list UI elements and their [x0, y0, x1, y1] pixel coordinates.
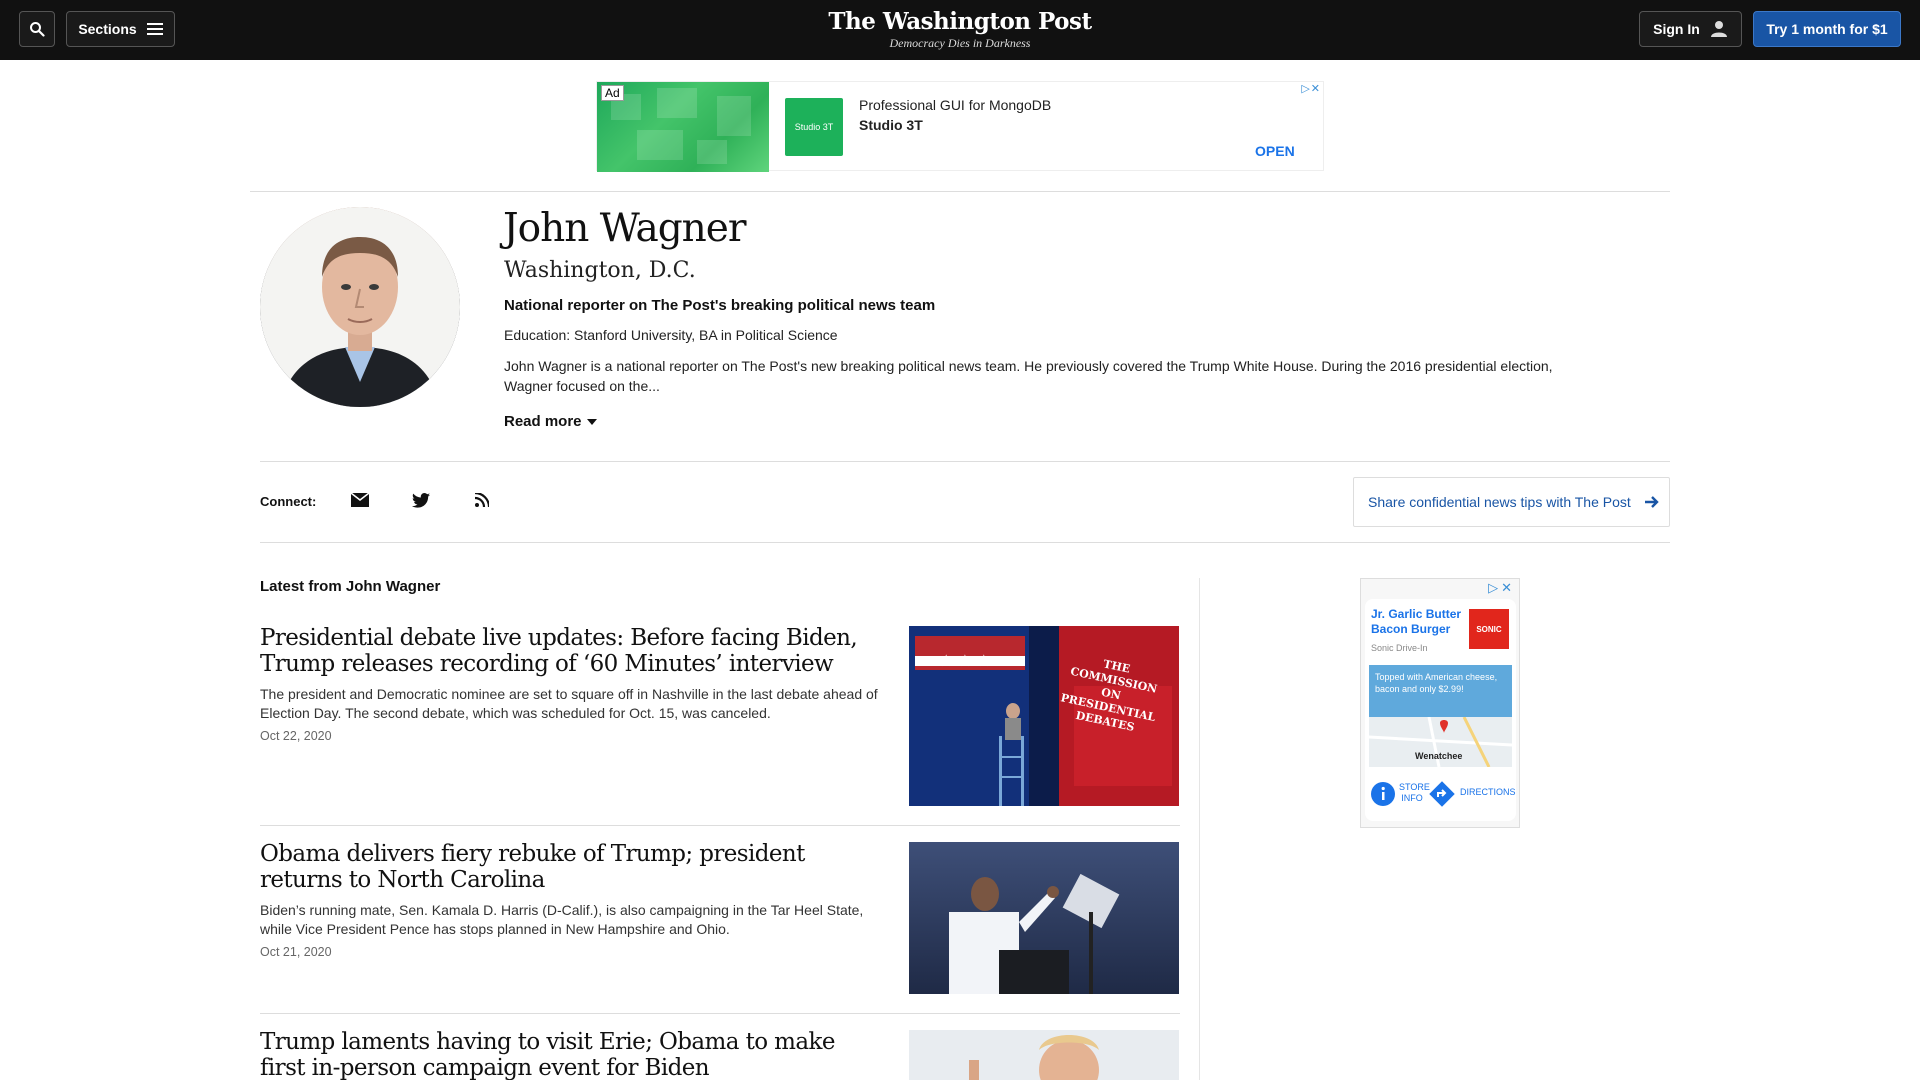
subscribe-trial-button[interactable]: Try 1 month for $1 [1753, 11, 1901, 47]
read-more-label: Read more [504, 413, 582, 430]
story-title[interactable]: Presidential debate live updates: Before… [260, 625, 880, 677]
ad-map[interactable]: Wenatchee [1369, 717, 1512, 767]
author-role: National reporter on The Post's breaking… [504, 297, 936, 314]
ad-actions: STORE INFO DIRECTIONS [1369, 777, 1519, 811]
ad-promo-text[interactable]: Topped with American cheese, bacon and o… [1369, 665, 1512, 717]
rss-icon[interactable] [472, 490, 492, 510]
user-icon [1710, 21, 1727, 37]
ad-headline[interactable]: Jr. Garlic Butter Bacon Burger [1371, 607, 1463, 637]
story-blurb: The president and Democratic nominee are… [260, 686, 878, 721]
column-divider [1199, 578, 1200, 1080]
top-banner-ad[interactable]: Ad Studio 3T Professional GUI for MongoD… [596, 81, 1324, 172]
ad-advertiser[interactable]: Studio 3T [859, 117, 923, 133]
site-logo[interactable]: The Washington Post [760, 8, 1160, 35]
ad-headline[interactable]: Professional GUI for MongoDB [859, 97, 1051, 113]
adchoices-icon[interactable]: ▷✕ [1301, 82, 1321, 95]
sign-in-label: Sign In [1653, 21, 1700, 37]
svg-text:★ ★ ★: ★ ★ ★ [939, 653, 991, 670]
story-date: Oct 22, 2020 [260, 729, 332, 743]
connect-label: Connect: [260, 494, 317, 509]
story-title[interactable]: Obama delivers fiery rebuke of Trump; pr… [260, 841, 880, 893]
sidebar-ad[interactable]: ▷✕ Jr. Garlic Butter Bacon Burger Sonic … [1360, 578, 1520, 828]
mail-icon[interactable] [350, 490, 370, 510]
author-location: Washington, D.C. [504, 258, 696, 283]
caret-down-icon [586, 418, 597, 425]
ad-image[interactable]: Ad [597, 82, 769, 172]
studio3t-logo[interactable]: Studio 3T [785, 98, 843, 156]
author-name: John Wagner [503, 206, 746, 251]
story-image[interactable] [909, 842, 1179, 994]
read-more-button[interactable]: Read more [504, 413, 597, 430]
top-navigation-bar: Sections The Washington Post Democracy D… [0, 0, 1920, 60]
info-icon[interactable] [1371, 782, 1395, 806]
divider [260, 542, 1670, 543]
store-info-link[interactable]: STORE INFO [1399, 782, 1430, 804]
ad-card[interactable]: Jr. Garlic Butter Bacon Burger Sonic Dri… [1365, 599, 1516, 821]
divider [250, 191, 1670, 192]
author-avatar [260, 207, 460, 407]
site-tagline: Democracy Dies in Darkness [889, 36, 1031, 50]
hamburger-icon [146, 23, 163, 35]
twitter-icon[interactable] [411, 490, 431, 510]
arrow-right-icon [1644, 496, 1659, 508]
adchoices-icon[interactable]: ▷✕ [1488, 580, 1515, 596]
share-news-tips-label: Share confidential news tips with The Po… [1368, 494, 1631, 510]
sections-menu-button[interactable]: Sections [66, 11, 175, 47]
sections-label: Sections [78, 21, 137, 37]
directions-link[interactable]: DIRECTIONS [1460, 787, 1519, 797]
sign-in-button[interactable]: Sign In [1639, 11, 1742, 47]
story-image[interactable] [909, 1030, 1179, 1080]
ad-advertiser: Sonic Drive-In [1371, 643, 1428, 653]
story-blurb: Biden’s running mate, Sen. Kamala D. Har… [260, 902, 864, 937]
author-education: Education: Stanford University, BA in Po… [504, 327, 838, 343]
author-photo [260, 207, 460, 407]
masthead-logo[interactable]: The Washington Post Democracy Dies in Da… [760, 8, 1160, 51]
story-date: Oct 21, 2020 [260, 945, 332, 959]
ad-badge: Ad [601, 85, 624, 101]
latest-heading: Latest from John Wagner [260, 578, 441, 595]
share-news-tips-button[interactable]: Share confidential news tips with The Po… [1353, 477, 1670, 527]
author-bio: John Wagner is a national reporter on Th… [504, 358, 1553, 394]
ad-open-button[interactable]: OPEN [1255, 143, 1295, 159]
map-town-label: Wenatchee [1415, 751, 1463, 761]
map-pin-icon [1440, 720, 1448, 733]
divider [260, 461, 1670, 462]
search-icon [30, 22, 45, 37]
divider [260, 1013, 1180, 1014]
sonic-logo[interactable]: SONIC [1469, 609, 1509, 649]
directions-icon[interactable] [1429, 781, 1455, 807]
story-title[interactable]: Trump laments having to visit Erie; Obam… [260, 1029, 880, 1080]
story-image[interactable]: ★ ★ ★ THECOMMISSIONONPRESIDENTIALDEBATES [909, 626, 1179, 806]
divider [260, 825, 1180, 826]
search-button[interactable] [19, 11, 55, 47]
